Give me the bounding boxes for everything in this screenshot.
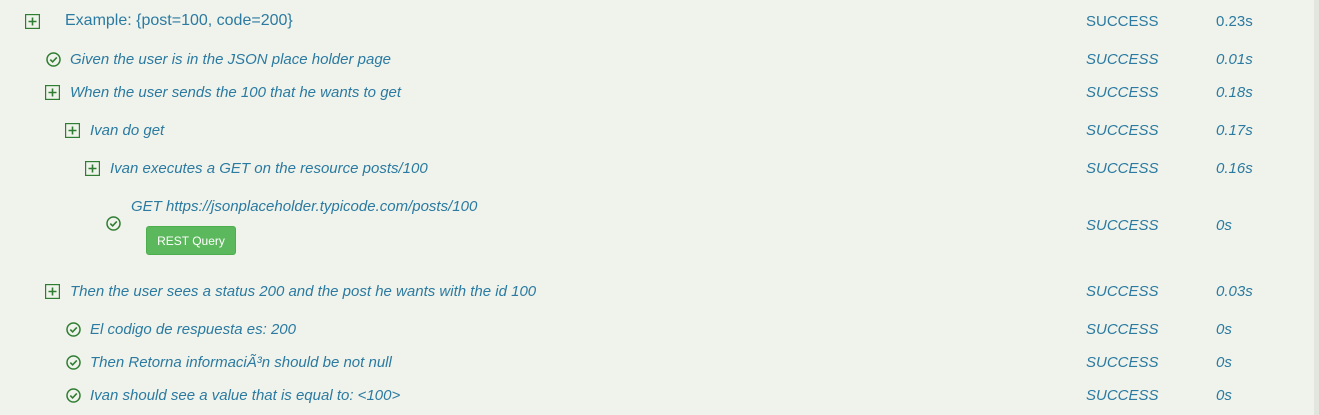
step-row-then-status: Then the user sees a status 200 and the …: [0, 276, 1319, 308]
step-duration: 0.17s: [1216, 122, 1253, 139]
check-circle-icon: [66, 388, 81, 403]
step-row-given: Given the user is in the JSON place hold…: [0, 44, 1319, 76]
step-label: GET https://jsonplaceholder.typicode.com…: [131, 198, 478, 215]
step-result: SUCCESS: [1086, 321, 1159, 338]
step-label: Ivan should see a value that is equal to…: [90, 387, 401, 404]
step-result: SUCCESS: [1086, 122, 1159, 139]
step-label: When the user sends the 100 that he want…: [70, 84, 402, 101]
example-title: Example: {post=100, code=200}: [65, 12, 293, 29]
step-label: Ivan do get: [90, 122, 165, 139]
step-label: Given the user is in the JSON place hold…: [70, 51, 392, 68]
step-label: Then the user sees a status 200 and the …: [70, 283, 537, 300]
expand-plus-icon[interactable]: [44, 283, 61, 300]
step-result: SUCCESS: [1086, 283, 1159, 300]
step-row-ivan-do-get: Ivan do get SUCCESS 0.17s: [0, 114, 1319, 146]
step-duration: 0s: [1216, 354, 1232, 371]
example-result: SUCCESS: [1086, 13, 1159, 30]
step-result: SUCCESS: [1086, 387, 1159, 404]
step-duration: 0s: [1216, 217, 1232, 234]
step-duration: 0s: [1216, 387, 1232, 404]
check-circle-icon: [66, 355, 81, 370]
step-row-when: When the user sends the 100 that he want…: [0, 77, 1319, 109]
expand-plus-icon[interactable]: [84, 160, 101, 177]
expand-plus-icon[interactable]: [24, 13, 41, 30]
step-result: SUCCESS: [1086, 217, 1159, 234]
expand-plus-icon[interactable]: [44, 84, 61, 101]
check-circle-icon: [106, 216, 121, 231]
rest-query-button[interactable]: REST Query: [146, 226, 236, 255]
expand-plus-icon[interactable]: [64, 122, 81, 139]
step-row-codigo: El codigo de respuesta es: 200 SUCCESS 0…: [0, 314, 1319, 346]
example-duration: 0.23s: [1216, 13, 1253, 30]
step-result: SUCCESS: [1086, 84, 1159, 101]
step-duration: 0s: [1216, 321, 1232, 338]
step-result: SUCCESS: [1086, 51, 1159, 68]
step-duration: 0.01s: [1216, 51, 1253, 68]
step-row-ivan-should-see: Ivan should see a value that is equal to…: [0, 380, 1319, 412]
step-row-retorna: Then Retorna informaciÃ³n should be not …: [0, 347, 1319, 379]
step-duration: 0.18s: [1216, 84, 1253, 101]
step-result: SUCCESS: [1086, 354, 1159, 371]
step-duration: 0.16s: [1216, 160, 1253, 177]
step-result: SUCCESS: [1086, 160, 1159, 177]
check-circle-icon: [46, 52, 61, 67]
step-label: Then Retorna informaciÃ³n should be not …: [90, 354, 392, 371]
step-row-ivan-executes: Ivan executes a GET on the resource post…: [0, 152, 1319, 184]
step-label: Ivan executes a GET on the resource post…: [110, 160, 428, 177]
check-circle-icon: [66, 322, 81, 337]
step-duration: 0.03s: [1216, 283, 1253, 300]
example-row: Example: {post=100, code=200} SUCCESS 0.…: [0, 0, 1319, 40]
step-label: El codigo de respuesta es: 200: [90, 321, 296, 338]
